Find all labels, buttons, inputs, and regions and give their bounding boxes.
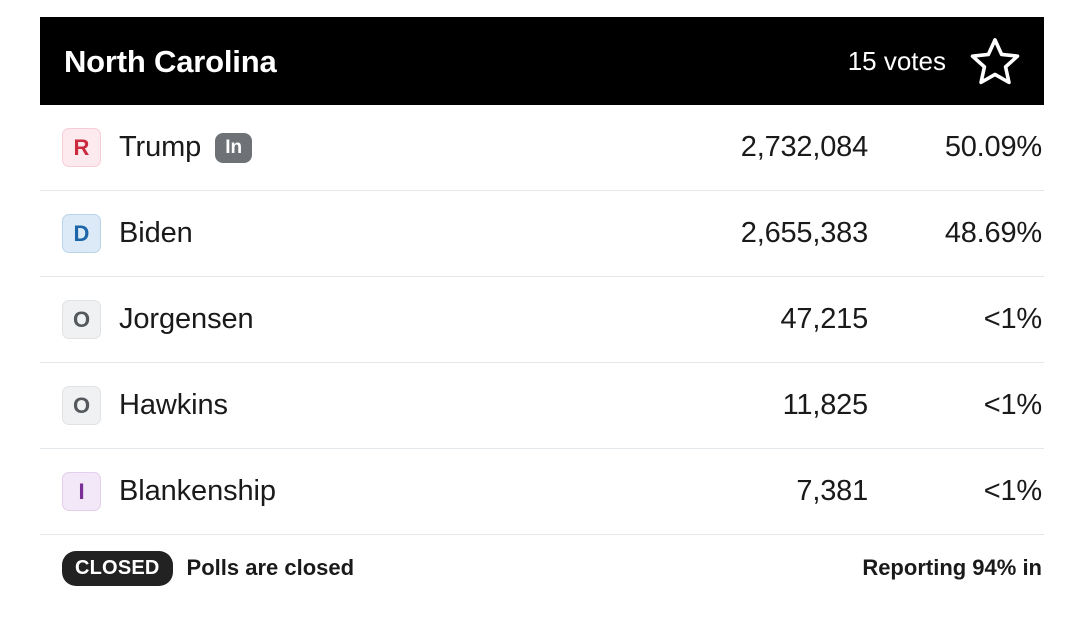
party-badge-icon: R <box>62 128 101 167</box>
candidate-name: Trump <box>119 131 202 163</box>
table-row[interactable]: I Blankenship 7,381 <1% <box>40 449 1044 535</box>
page-title: North Carolina <box>64 43 277 79</box>
party-badge-icon: D <box>62 214 101 253</box>
vote-percent: 50.09% <box>944 131 1042 163</box>
vote-total: 2,655,383 <box>740 217 868 249</box>
vote-total: 11,825 <box>782 389 869 421</box>
vote-percent: 48.69% <box>944 217 1042 249</box>
polls-status-label: Polls are closed <box>186 555 355 580</box>
party-badge-icon: O <box>62 300 101 339</box>
party-badge-icon: I <box>62 472 101 511</box>
header-right-group: 15 votes <box>848 34 1022 88</box>
vote-total: 47,215 <box>780 303 869 335</box>
status-badge: CLOSED <box>62 550 173 586</box>
party-badge-icon: O <box>62 386 101 425</box>
vote-percent: <1% <box>983 389 1042 421</box>
star-outline-icon[interactable] <box>968 34 1022 88</box>
card-footer: CLOSED Polls are closed Reporting 94% in <box>40 535 1044 601</box>
table-row[interactable]: D Biden 2,655,383 48.69% <box>40 191 1044 277</box>
table-row[interactable]: O Hawkins 11,825 <1% <box>40 363 1044 449</box>
table-row[interactable]: R Trump In 2,732,084 50.09% <box>40 105 1044 191</box>
results-list: R Trump In 2,732,084 50.09% D Biden 2,655,383 48… <box>40 105 1044 535</box>
table-row[interactable]: O Jorgensen 47,215 <1% <box>40 277 1044 363</box>
candidate-name: Biden <box>119 217 193 249</box>
candidate-name: Jorgensen <box>119 303 254 335</box>
reporting-label: Reporting 94% in <box>862 555 1042 580</box>
incumbent-badge: In <box>215 132 253 163</box>
vote-percent: <1% <box>983 475 1042 507</box>
vote-total: 7,381 <box>796 475 868 507</box>
vote-total: 2,732,084 <box>740 131 868 163</box>
vote-percent: <1% <box>983 303 1042 335</box>
electoral-votes-label: 15 votes <box>847 46 946 76</box>
card-header: North Carolina 15 votes <box>40 17 1044 105</box>
candidate-name: Blankenship <box>119 475 276 507</box>
election-results-card: North Carolina 15 votes R Trump In 2,732,08… <box>40 17 1044 601</box>
candidate-name: Hawkins <box>119 389 228 421</box>
